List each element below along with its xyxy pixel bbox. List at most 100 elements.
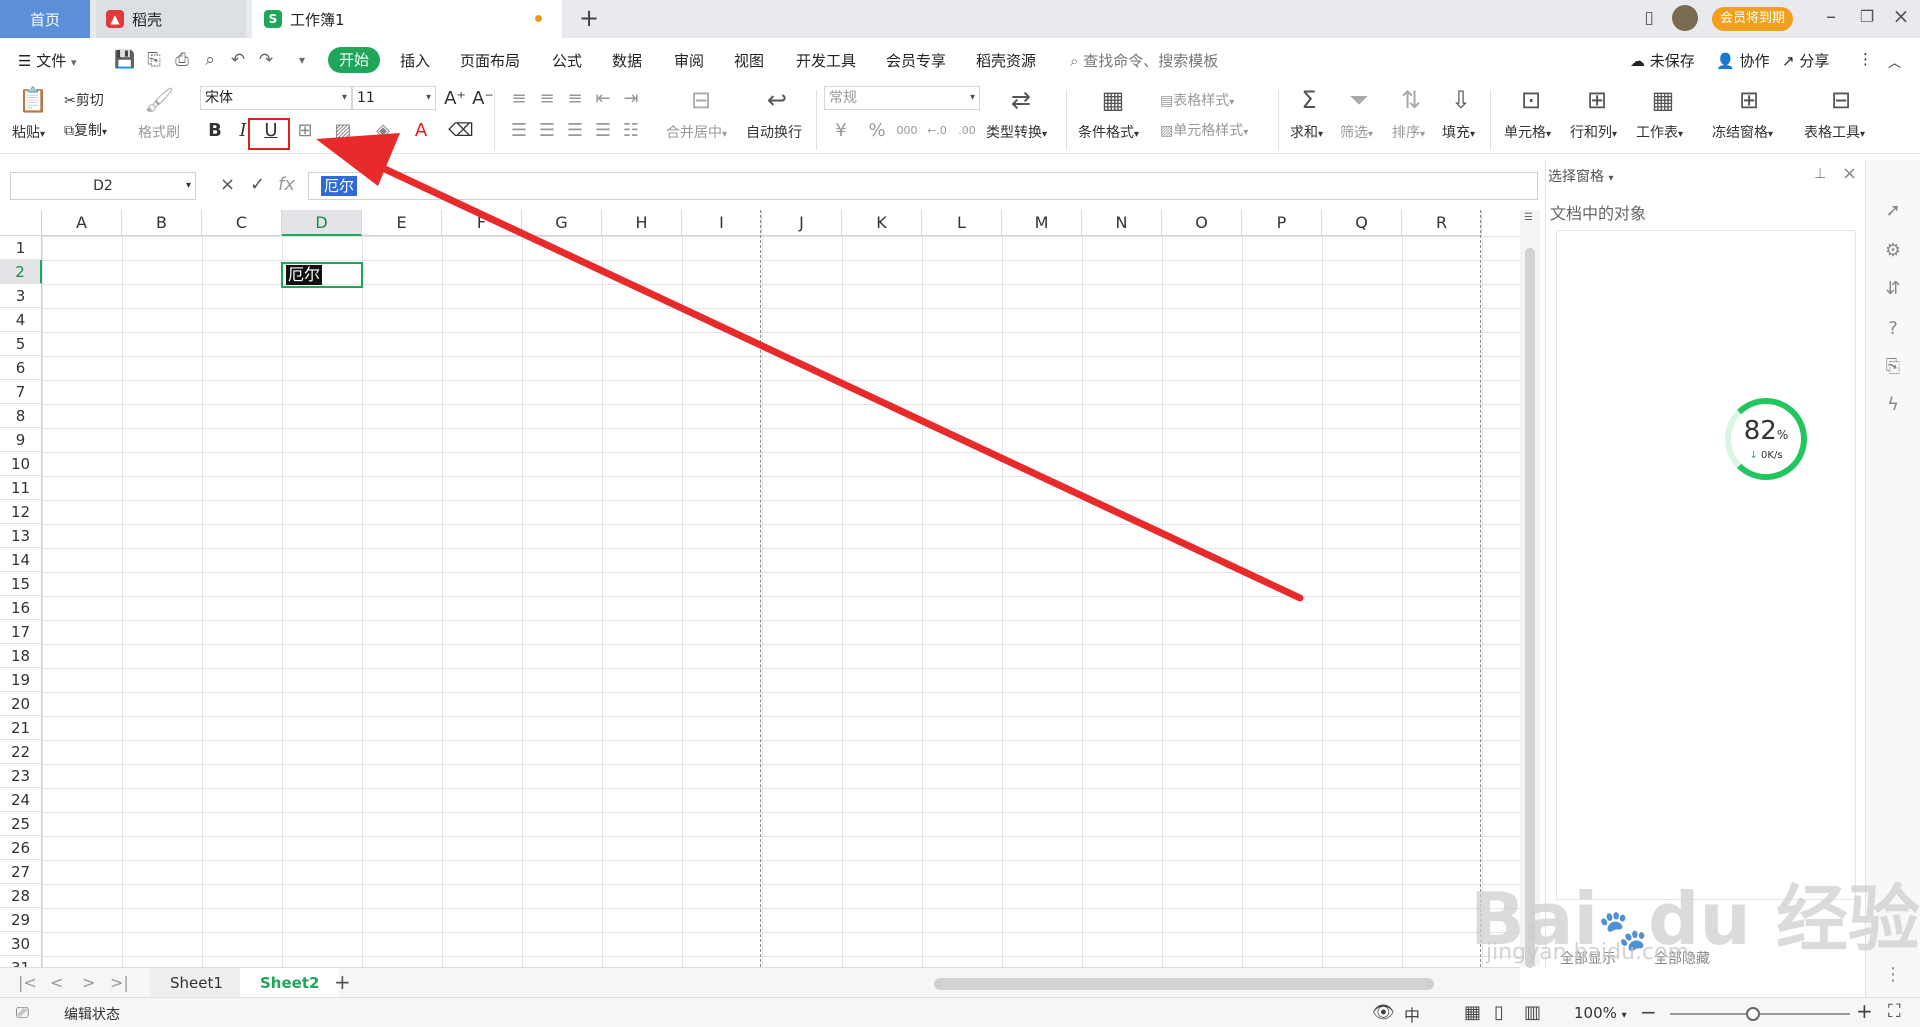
column-header-f[interactable]: F: [442, 210, 522, 236]
increase-decimal-icon[interactable]: ←.0: [924, 118, 950, 144]
font-size-select[interactable]: 11 ▾: [352, 86, 436, 110]
table-tools-button[interactable]: 表格工具▾: [1804, 122, 1865, 142]
more-options-icon[interactable]: ⋮: [1882, 964, 1904, 986]
share-button[interactable]: ↗ 分享: [1782, 50, 1829, 71]
tab-workbook[interactable]: S 工作簿1: [252, 0, 562, 38]
restore-icon[interactable]: ❐: [1852, 7, 1882, 26]
sort-icon[interactable]: ⇅: [1396, 86, 1426, 114]
decrease-indent-icon[interactable]: ⇤: [590, 86, 616, 112]
merge-center-button[interactable]: 合并居中▾: [666, 122, 727, 142]
confirm-edit-icon[interactable]: ✓: [250, 174, 265, 195]
column-header-l[interactable]: L: [922, 210, 1002, 236]
row-header-12[interactable]: 12: [0, 500, 42, 524]
file-menu[interactable]: ☰ 文件 ▾: [18, 50, 77, 71]
rows-cols-button[interactable]: 行和列▾: [1570, 122, 1617, 142]
sheet-tab-sheet2[interactable]: Sheet2: [240, 968, 340, 998]
horizontal-scroll-thumb[interactable]: [934, 978, 1434, 990]
format-painter-button[interactable]: 格式刷: [138, 122, 180, 142]
redo-icon[interactable]: ↷: [256, 50, 276, 70]
input-method-icon[interactable]: 中: [1404, 1002, 1420, 1026]
row-header-8[interactable]: 8: [0, 404, 42, 428]
name-box[interactable]: D2 ▾: [10, 172, 196, 200]
fill-icon[interactable]: ⇩: [1446, 86, 1476, 114]
column-header-c[interactable]: C: [202, 210, 282, 236]
row-header-5[interactable]: 5: [0, 332, 42, 356]
row-header-4[interactable]: 4: [0, 308, 42, 332]
row-header-17[interactable]: 17: [0, 620, 42, 644]
paste-icon[interactable]: 📋: [18, 86, 48, 114]
zoom-in-button[interactable]: +: [1856, 999, 1873, 1023]
align-bottom-icon[interactable]: ≡: [562, 86, 588, 112]
column-header-i[interactable]: I: [682, 210, 762, 236]
clear-format-icon[interactable]: ⌫: [448, 118, 474, 144]
row-header-29[interactable]: 29: [0, 908, 42, 932]
align-right-icon[interactable]: ☰: [562, 118, 588, 144]
cut-button[interactable]: ✂剪切: [64, 90, 104, 110]
row-header-19[interactable]: 19: [0, 668, 42, 692]
conditional-format-icon[interactable]: ▦: [1098, 86, 1128, 114]
row-header-11[interactable]: 11: [0, 476, 42, 500]
merge-center-icon[interactable]: ⊟: [686, 86, 716, 114]
backup-icon[interactable]: ⎘: [1882, 356, 1904, 378]
freeze-panes-icon[interactable]: ⊞: [1734, 86, 1764, 114]
menu-page-layout[interactable]: 页面布局: [460, 50, 520, 71]
print-preview-icon[interactable]: ⌕: [200, 50, 220, 70]
row-header-6[interactable]: 6: [0, 356, 42, 380]
worksheet-button[interactable]: 工作表▾: [1636, 122, 1683, 142]
fullscreen-icon[interactable]: ⛶: [1888, 1001, 1901, 1022]
conditional-format-button[interactable]: 条件格式▾: [1078, 122, 1139, 142]
row-header-14[interactable]: 14: [0, 548, 42, 572]
menu-insert[interactable]: 插入: [400, 50, 430, 71]
row-header-18[interactable]: 18: [0, 644, 42, 668]
close-icon[interactable]: ×: [1886, 4, 1916, 28]
collaborate-button[interactable]: 👤 协作: [1716, 50, 1769, 71]
next-sheet-icon[interactable]: >: [82, 973, 95, 992]
column-header-n[interactable]: N: [1082, 210, 1162, 236]
tab-home[interactable]: 首页: [0, 0, 90, 38]
row-header-23[interactable]: 23: [0, 764, 42, 788]
increase-font-icon[interactable]: A⁺: [442, 86, 468, 112]
row-header-10[interactable]: 10: [0, 452, 42, 476]
wrap-text-button[interactable]: 自动换行: [746, 122, 802, 142]
eye-protection-icon[interactable]: 👁: [1372, 1002, 1395, 1023]
first-sheet-icon[interactable]: |<: [18, 973, 37, 992]
row-header-15[interactable]: 15: [0, 572, 42, 596]
print-icon[interactable]: ⎙: [172, 50, 192, 70]
font-name-select[interactable]: 宋体 ▾: [200, 86, 352, 110]
cell-shading-icon[interactable]: ▨: [330, 118, 356, 144]
row-header-22[interactable]: 22: [0, 740, 42, 764]
undo-icon[interactable]: ↶: [228, 50, 248, 70]
freeze-panes-button[interactable]: 冻结窗格▾: [1712, 122, 1773, 142]
font-color-icon[interactable]: A: [408, 118, 434, 144]
sort-button[interactable]: 排序▾: [1392, 122, 1425, 142]
borders-icon[interactable]: ⊞: [292, 118, 318, 144]
column-header-d[interactable]: D: [282, 210, 362, 236]
justify-icon[interactable]: ☰: [590, 118, 616, 144]
avatar[interactable]: [1672, 5, 1698, 31]
row-header-30[interactable]: 30: [0, 932, 42, 956]
cursor-select-icon[interactable]: ➚: [1882, 200, 1904, 222]
column-header-a[interactable]: A: [42, 210, 122, 236]
column-header-p[interactable]: P: [1242, 210, 1322, 236]
align-middle-icon[interactable]: ≡: [534, 86, 560, 112]
row-header-1[interactable]: 1: [0, 236, 42, 260]
normal-view-icon[interactable]: ▦: [1464, 1002, 1481, 1023]
network-speed-widget[interactable]: 82% ↓ 0K/s: [1725, 398, 1807, 480]
row-header-21[interactable]: 21: [0, 716, 42, 740]
copy-button[interactable]: ⧉复制▾: [64, 120, 107, 140]
zoom-out-button[interactable]: −: [1640, 1000, 1657, 1024]
menu-daoke-resources[interactable]: 稻壳资源: [976, 50, 1036, 71]
prev-sheet-icon[interactable]: <: [50, 973, 63, 992]
unsaved-status[interactable]: ☁ 未保存: [1630, 50, 1695, 71]
pin-icon[interactable]: ⊥: [1814, 166, 1826, 182]
row-header-7[interactable]: 7: [0, 380, 42, 404]
row-header-9[interactable]: 9: [0, 428, 42, 452]
column-header-j[interactable]: J: [762, 210, 842, 236]
rows-cols-icon[interactable]: ⊞: [1582, 86, 1612, 114]
quick-access-more-icon[interactable]: ▾: [292, 50, 312, 70]
command-search[interactable]: ⌕ 查找命令、搜索模板: [1070, 50, 1218, 71]
macro-record-icon[interactable]: ⎚: [16, 1003, 29, 1023]
table-style-button[interactable]: ▤表格样式▾: [1160, 90, 1234, 110]
filter-button[interactable]: 筛选▾: [1340, 122, 1373, 142]
add-sheet-button[interactable]: +: [334, 970, 351, 994]
